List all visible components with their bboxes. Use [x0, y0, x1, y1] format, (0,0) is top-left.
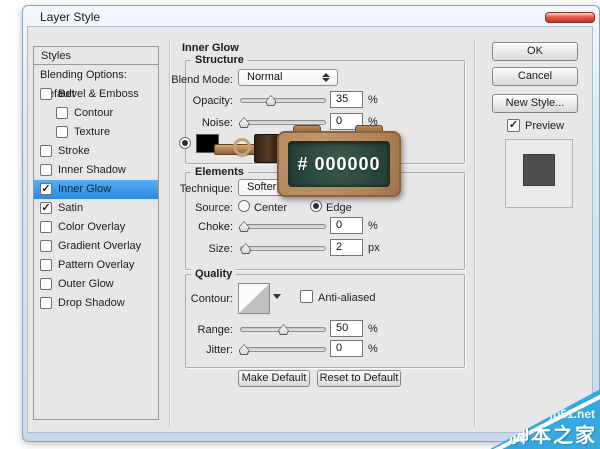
blend-mode-dropdown[interactable]: Normal	[238, 69, 338, 86]
make-default-button[interactable]: Make Default	[238, 370, 310, 387]
source-edge-radio[interactable]	[310, 200, 322, 212]
overlay-connector-ring	[233, 138, 251, 156]
technique-label: Technique:	[179, 183, 233, 195]
window-title: Layer Style	[40, 10, 101, 24]
inner-glow-checkbox[interactable]: ✓	[40, 183, 52, 195]
size-unit: px	[368, 242, 380, 254]
jitter-label: Jitter:	[206, 344, 233, 356]
choke-slider[interactable]	[240, 224, 326, 229]
right-divider	[474, 40, 476, 426]
size-value-field[interactable]: 2	[330, 239, 363, 256]
jitter-slider-thumb[interactable]	[239, 344, 250, 355]
choke-unit: %	[368, 220, 378, 232]
bevel-emboss-checkbox[interactable]	[40, 88, 52, 100]
chalkboard-surface: # 000000	[288, 141, 390, 187]
opacity-label: Opacity:	[192, 95, 233, 107]
cancel-button[interactable]: Cancel	[492, 67, 578, 86]
range-value-field[interactable]: 50	[330, 320, 363, 337]
page-title: Inner Glow	[182, 42, 239, 54]
source-label: Source:	[195, 202, 233, 214]
source-center-label: Center	[254, 202, 288, 214]
choke-label: Choke:	[198, 221, 233, 233]
preview-checkbox[interactable]: ✓	[507, 119, 520, 132]
opacity-slider[interactable]	[240, 98, 326, 103]
size-slider-thumb[interactable]	[240, 243, 251, 254]
jitter-value-field[interactable]: 0	[330, 340, 363, 357]
antialiased-checkbox[interactable]	[300, 290, 313, 303]
gradient-overlay-checkbox[interactable]	[40, 240, 52, 252]
styles-header-box: Styles	[33, 46, 159, 65]
drop-shadow-checkbox[interactable]	[40, 297, 52, 309]
layer-style-screenshot: Layer Style Styles Blending Options: Def…	[0, 0, 600, 449]
quality-group-label: Quality	[191, 268, 237, 280]
opacity-slider-thumb[interactable]	[265, 95, 276, 106]
opacity-unit: %	[368, 94, 378, 106]
choke-value-field[interactable]: 0	[330, 217, 363, 234]
noise-slider-thumb[interactable]	[239, 117, 250, 128]
range-slider[interactable]	[240, 327, 326, 332]
hex-color-text: # 000000	[297, 153, 381, 174]
inner-shadow-checkbox[interactable]	[40, 164, 52, 176]
jitter-slider[interactable]	[240, 347, 326, 352]
style-item-outer-glow[interactable]: Outer Glow	[34, 275, 158, 294]
pattern-overlay-checkbox[interactable]	[40, 259, 52, 271]
color-radio[interactable]	[179, 137, 191, 149]
close-button[interactable]	[545, 12, 595, 23]
contour-picker[interactable]	[238, 283, 270, 314]
choke-slider-thumb[interactable]	[239, 221, 250, 232]
structure-group-label: Structure	[191, 54, 248, 66]
ok-button[interactable]: OK	[492, 42, 578, 61]
opacity-value-field[interactable]: 35	[330, 91, 363, 108]
style-item-stroke[interactable]: Stroke	[34, 142, 158, 161]
contour-dropdown-arrow-icon[interactable]	[273, 294, 281, 299]
range-slider-thumb[interactable]	[278, 324, 289, 335]
contour-checkbox[interactable]	[56, 107, 68, 119]
contour-label: Contour:	[190, 293, 233, 305]
styles-header-label: Styles	[41, 50, 71, 62]
noise-label: Noise:	[201, 117, 233, 129]
satin-checkbox[interactable]: ✓	[40, 202, 52, 214]
preview-thumbnail-box	[505, 139, 573, 208]
blend-mode-label: Blend Mode:	[171, 74, 233, 86]
antialiased-label: Anti-aliased	[318, 292, 376, 304]
stroke-checkbox[interactable]	[40, 145, 52, 157]
preview-label: Preview	[525, 120, 565, 132]
range-label: Range:	[197, 324, 233, 336]
color-overlay-checkbox[interactable]	[40, 221, 52, 233]
preview-thumbnail	[523, 154, 555, 186]
texture-checkbox[interactable]	[56, 126, 68, 138]
source-center-radio[interactable]	[238, 200, 250, 212]
source-edge-label: Edge	[326, 202, 352, 214]
range-unit: %	[368, 323, 378, 335]
outer-glow-checkbox[interactable]	[40, 278, 52, 290]
jitter-unit: %	[368, 343, 378, 355]
updown-arrows-icon	[322, 72, 330, 83]
size-label: Size:	[208, 243, 233, 255]
size-slider[interactable]	[240, 246, 326, 251]
style-item-pattern-overlay[interactable]: Pattern Overlay	[34, 256, 158, 275]
elements-group-label: Elements	[191, 166, 248, 178]
color-chalkboard-overlay: # 000000	[277, 131, 401, 197]
reset-to-default-button[interactable]: Reset to Default	[317, 370, 401, 387]
new-style-button[interactable]: New Style...	[492, 94, 578, 113]
style-item-inner-shadow[interactable]: Inner Shadow	[34, 161, 158, 180]
